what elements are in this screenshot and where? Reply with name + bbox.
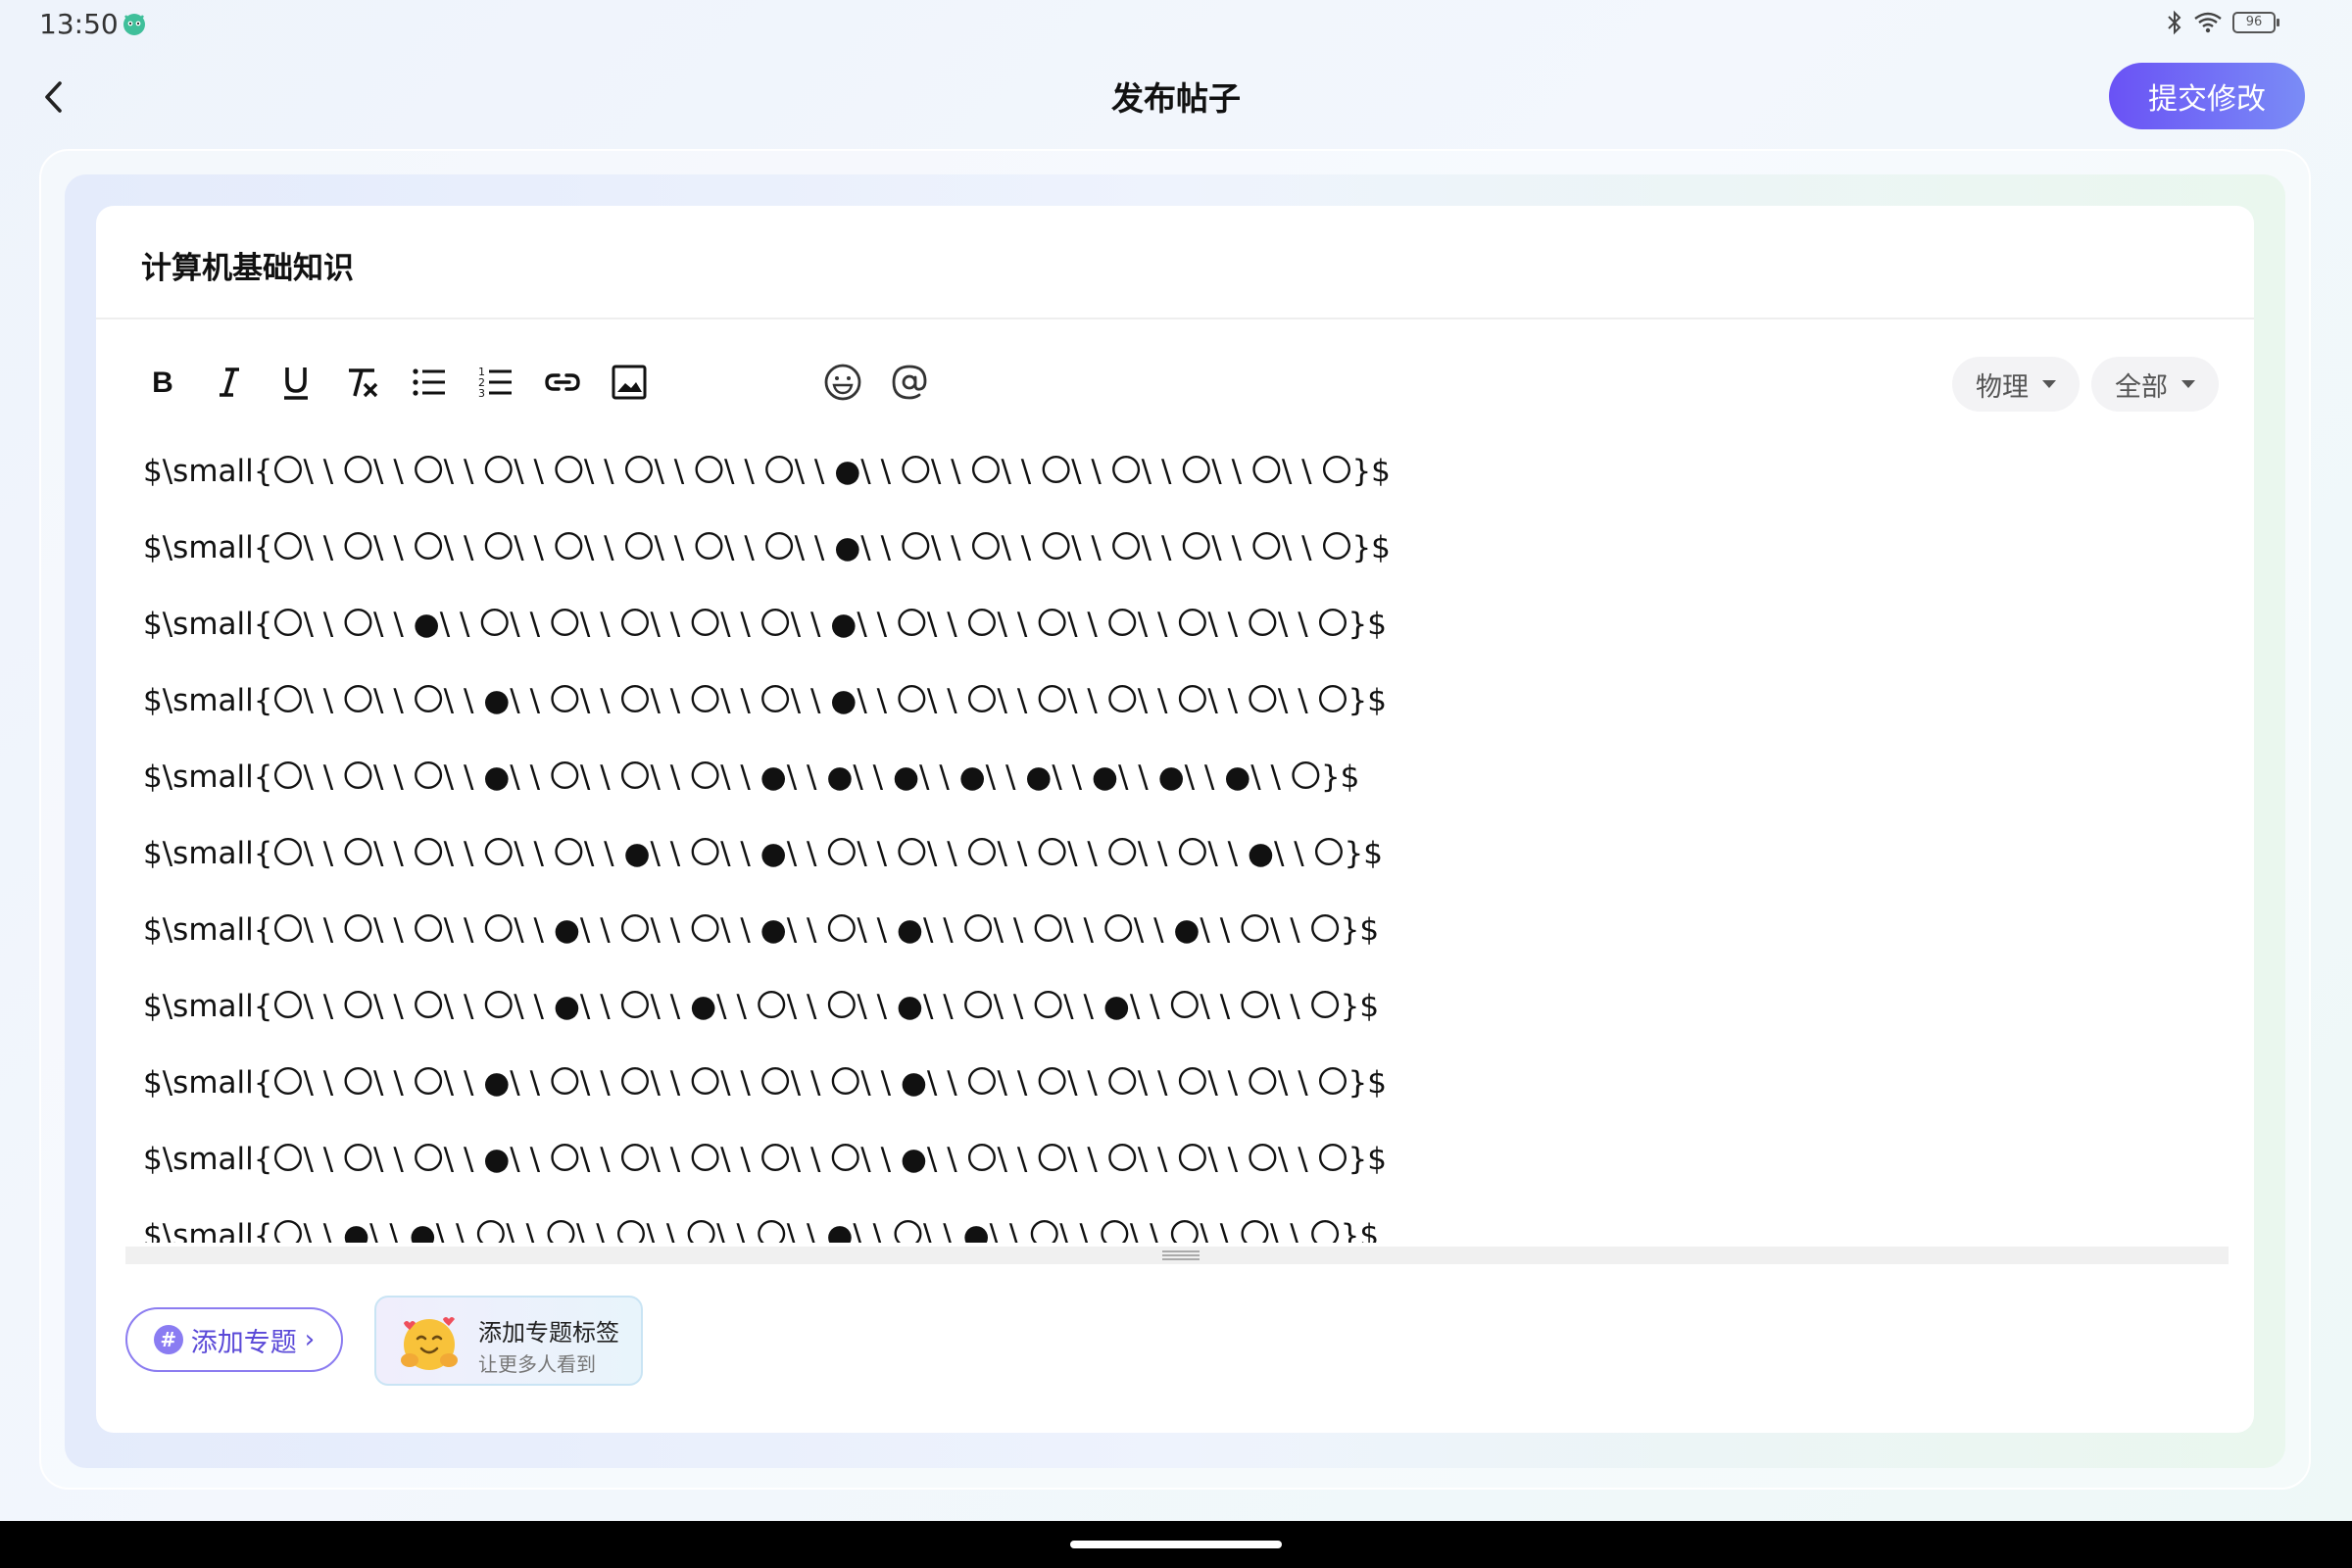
content-line: $\small{〇\ \ 〇\ \ 〇\ \ ●\ \ 〇\ \ 〇\ \ 〇\… [143, 683, 1387, 718]
content-line: $\small{〇\ \ 〇\ \ 〇\ \ 〇\ \ 〇\ \ 〇\ \ 〇\… [143, 454, 1391, 489]
bold-icon: B [152, 367, 173, 399]
content-line: $\small{〇\ \ 〇\ \ 〇\ \ 〇\ \ 〇\ \ 〇\ \ 〇\… [143, 530, 1391, 565]
editor-content[interactable]: $\small{〇\ \ 〇\ \ 〇\ \ 〇\ \ 〇\ \ 〇\ \ 〇\… [143, 433, 2201, 1243]
image-icon [612, 365, 647, 400]
numbered-list-button[interactable]: 123 [468, 355, 523, 410]
caret-down-icon [2181, 380, 2195, 388]
content-line: $\small{〇\ \ 〇\ \ ●\ \ 〇\ \ 〇\ \ 〇\ \ 〇\… [143, 607, 1387, 642]
status-bar: 13:50 96 [0, 0, 2352, 49]
divider [96, 318, 2254, 319]
clear-format-icon [349, 368, 378, 398]
hugging-emoji-icon [401, 1317, 458, 1370]
content-line: $\small{〇\ \ 〇\ \ 〇\ \ ●\ \ 〇\ \ 〇\ \ 〇\… [143, 760, 1360, 795]
add-topic-label: 添加专题 [190, 1327, 297, 1358]
tip-title: 添加专题标签 [478, 1319, 619, 1347]
post-title-input[interactable]: 计算机基础知识 [141, 243, 354, 287]
underline-button[interactable] [269, 355, 323, 410]
italic-button[interactable] [202, 355, 257, 410]
app-notification-icon [123, 14, 145, 35]
chevron-right-icon: › [304, 1325, 316, 1354]
content-line: $\small{〇\ \ 〇\ \ 〇\ \ 〇\ \ ●\ \ 〇\ \ ●\… [143, 989, 1380, 1024]
content-line: $\small{〇\ \ 〇\ \ 〇\ \ ●\ \ 〇\ \ 〇\ \ 〇\… [143, 1065, 1387, 1101]
topic-tip-card[interactable]: 添加专题标签 让更多人看到 [374, 1296, 643, 1386]
content-line: $\small{〇\ \ 〇\ \ 〇\ \ 〇\ \ ●\ \ 〇\ \ 〇\… [143, 912, 1380, 948]
bold-button[interactable]: B [135, 355, 190, 410]
hash-icon: # [153, 1325, 183, 1354]
status-indicators: 96 [2166, 10, 2279, 35]
emoji-button[interactable] [815, 355, 870, 410]
link-icon [545, 373, 580, 391]
svg-text:B: B [152, 367, 173, 399]
page-title: 发布帖子 [1111, 79, 1241, 118]
drag-handle-icon[interactable] [1162, 1250, 1200, 1260]
mention-button[interactable] [882, 355, 937, 410]
bullet-list-button[interactable] [402, 355, 457, 410]
scope-dropdown[interactable]: 全部 [2091, 357, 2219, 412]
editor-toolbar: B 123 [135, 355, 2213, 414]
tip-subtitle: 让更多人看到 [478, 1352, 596, 1376]
numbered-list-icon: 123 [478, 366, 512, 400]
wifi-icon [2194, 12, 2222, 33]
editor-card: 计算机基础知识 B 123 物理 全部 $\small{〇\ \ 〇\ \ 〇\… [96, 206, 2254, 1433]
bullet-list-icon [413, 368, 445, 396]
editor-resize-bar[interactable] [125, 1247, 2229, 1264]
content-line: $\small{〇\ \ 〇\ \ 〇\ \ ●\ \ 〇\ \ 〇\ \ 〇\… [143, 1142, 1387, 1177]
bluetooth-icon [2168, 10, 2181, 35]
caret-down-icon [2042, 380, 2056, 388]
scope-label: 全部 [2115, 371, 2168, 403]
link-button[interactable] [535, 355, 590, 410]
clear-format-button[interactable] [335, 355, 390, 410]
submit-changes-button[interactable]: 提交修改 [2109, 63, 2305, 129]
italic-icon [220, 368, 239, 397]
emoji-icon [824, 364, 861, 401]
mention-icon [892, 365, 927, 400]
status-time: 13:50 [39, 8, 119, 40]
image-button[interactable] [602, 355, 657, 410]
category-dropdown[interactable]: 物理 [1952, 357, 2080, 412]
battery-icon: 96 [2232, 12, 2279, 33]
category-label: 物理 [1976, 371, 2029, 403]
svg-text:3: 3 [478, 387, 485, 400]
content-line: $\small{〇\ \ 〇\ \ 〇\ \ 〇\ \ 〇\ \ ●\ \ 〇\… [143, 836, 1384, 871]
home-indicator[interactable] [1070, 1541, 1282, 1548]
underline-icon [284, 368, 308, 400]
content-line: $\small{〇\ \ ●\ \ ●\ \ 〇\ \ 〇\ \ 〇\ \ 〇\… [143, 1218, 1380, 1243]
add-topic-button[interactable]: # 添加专题 › [125, 1307, 343, 1372]
battery-level: 96 [2245, 15, 2263, 29]
system-nav-bar [0, 1521, 2352, 1568]
